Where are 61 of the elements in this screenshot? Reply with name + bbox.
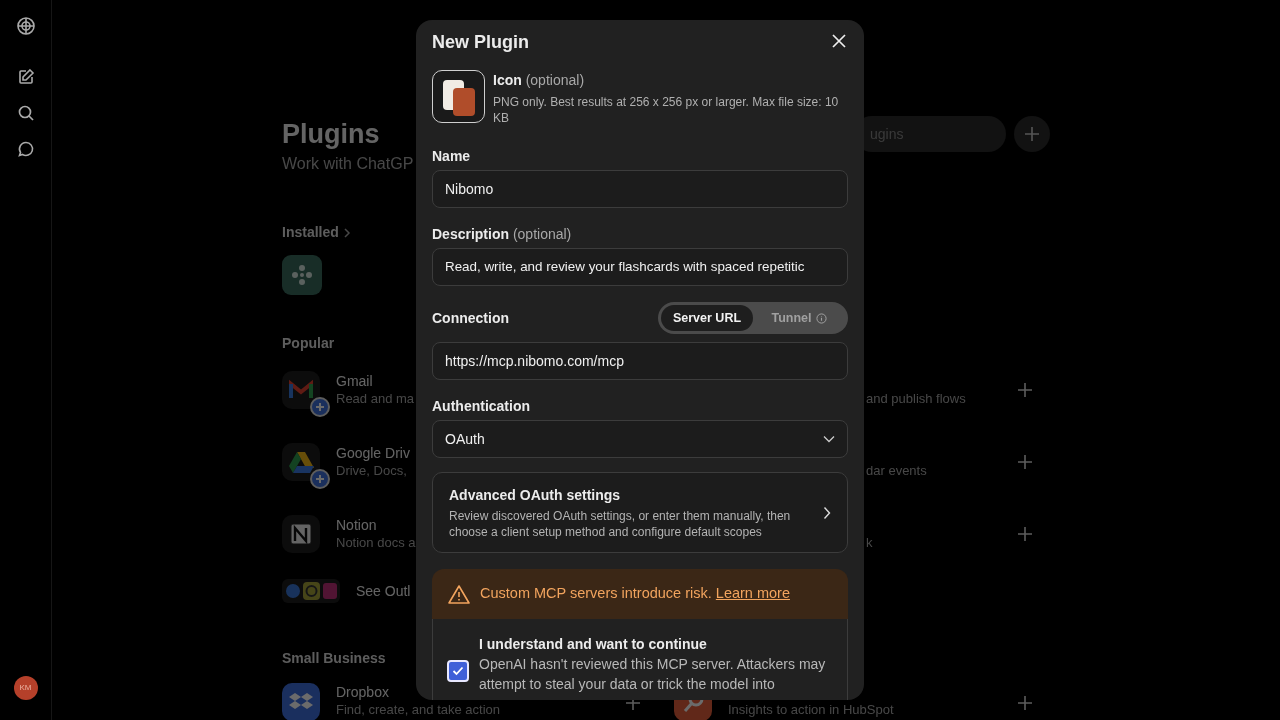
app-description: Read and ma [336, 390, 415, 408]
url-field[interactable]: https://mcp.nibomo.com/mcp [432, 342, 848, 380]
field-label: Description (optional) [432, 225, 573, 244]
letter-app-icon[interactable] [282, 515, 320, 553]
close-button[interactable] [832, 34, 848, 50]
plus-icon[interactable] [1017, 454, 1033, 470]
app-description: Find, create, and take action [336, 701, 501, 719]
add-button[interactable] [1014, 116, 1050, 152]
auth-dropdown[interactable]: OAuth [432, 420, 848, 458]
chevron-icon[interactable] [342, 226, 351, 239]
app-description: Notion docs a [336, 534, 416, 552]
section-heading: Popular [282, 334, 336, 353]
section-heading: Small Business [282, 649, 386, 668]
check-icon [452, 666, 464, 676]
triangle-app-icon[interactable] [282, 443, 320, 481]
chat-icon[interactable] [16, 140, 35, 158]
settings-title: Advanced OAuth settings [449, 486, 622, 505]
logo-icon[interactable] [15, 16, 36, 36]
settings-description: Review discovered OAuth settings, or enter them manually, then choose a client setup method and configure default scopes [449, 508, 792, 540]
plus-icon[interactable] [1017, 382, 1033, 398]
plus-icon[interactable] [1017, 526, 1033, 542]
app-name: Google Driv [336, 444, 410, 462]
segment-tab[interactable]: Server URL [661, 305, 753, 331]
app-name: Notion [336, 516, 378, 534]
consent-description: OpenAI hasn't reviewed this MCP server. Attackers may attempt to steal your data or trick the model into [479, 655, 827, 694]
consent-title: I understand and want to continue [479, 635, 708, 654]
app-description: Drive, Docs, [336, 462, 408, 480]
learn-more-link[interactable]: Learn more [715, 585, 790, 602]
plus-icon[interactable] [1017, 695, 1033, 711]
page-subtitle: Work with ChatGP [282, 154, 414, 174]
icon-label: Icon (optional) [493, 71, 586, 90]
field-label: Connection [432, 309, 509, 328]
icon-hint: PNG only. Best results at 256 x 256 px or larger. Max file size: 10 KB [493, 94, 840, 126]
app-description: Insights to action in HubSpot [728, 701, 894, 719]
consent-checkbox[interactable] [447, 660, 469, 682]
edit-icon[interactable] [16, 68, 35, 86]
name-field[interactable]: Nibomo [432, 170, 848, 208]
info-icon [815, 312, 827, 324]
box-app-icon[interactable] [282, 683, 320, 720]
warning-text: Custom MCP servers introduce risk. Learn more [480, 584, 790, 604]
warning-icon [448, 584, 470, 604]
caret-icon [823, 435, 835, 443]
see-more-link[interactable]: See Outl [356, 582, 411, 600]
field-label: Name [432, 147, 472, 166]
installed-app-icon[interactable] [282, 255, 322, 295]
app-description: and publish flows [866, 390, 966, 408]
icon-upload-button[interactable] [432, 70, 485, 123]
dialog-title: New Plugin [432, 31, 529, 54]
chevron-icon [823, 505, 831, 520]
app-icons-group-icon[interactable] [282, 579, 340, 603]
page-title: Plugins [282, 118, 381, 151]
app-description: dar events [866, 462, 927, 480]
mail-app-icon[interactable] [282, 371, 320, 409]
plus-icon [1024, 126, 1040, 142]
description-field[interactable]: Read, write, and review your flashcards with spaced repetitic [432, 248, 848, 286]
search-icon[interactable] [16, 104, 35, 122]
app-description: k [866, 534, 873, 552]
app-name: Gmail [336, 372, 374, 390]
advanced-settings-row[interactable]: Advanced OAuth settings Review discovered OAuth settings, or enter them manually, then choose a client setup method and configure default scopes [432, 472, 848, 553]
field-label: Authentication [432, 397, 531, 416]
close-icon [832, 34, 846, 48]
